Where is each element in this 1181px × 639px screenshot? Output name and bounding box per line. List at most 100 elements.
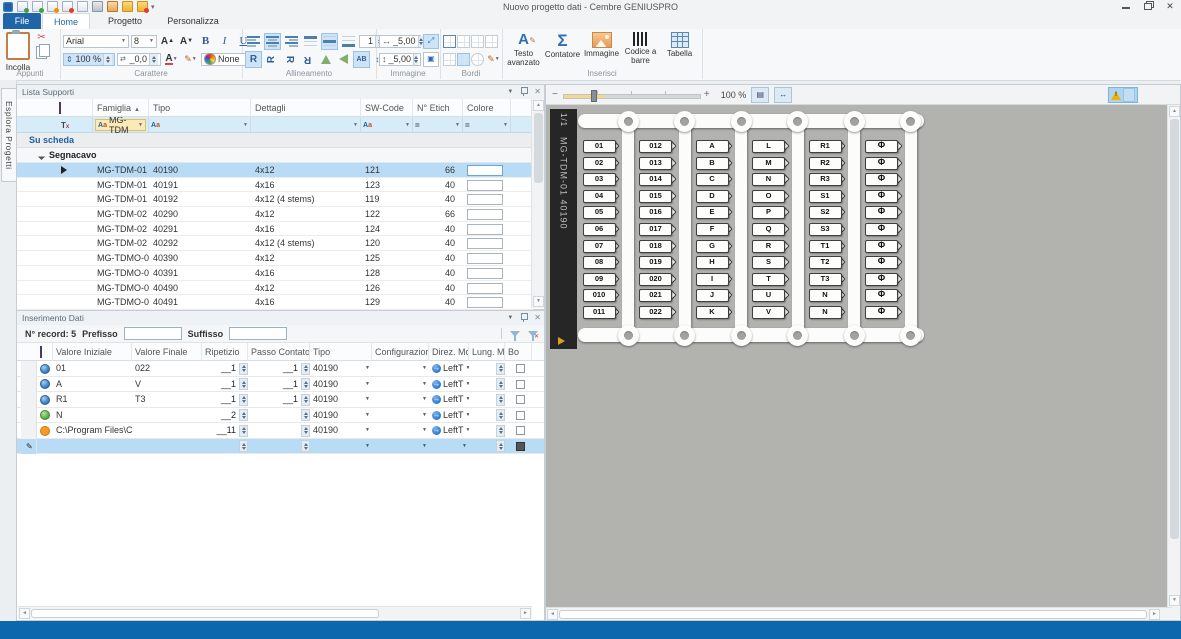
zoom-slider[interactable] (563, 90, 699, 100)
lunghezza-cell[interactable] (469, 392, 505, 408)
dropdown-icon[interactable]: ▼ (422, 423, 427, 439)
label-tag[interactable]: R2 (809, 157, 842, 170)
lunghezza-cell[interactable] (469, 439, 505, 455)
lunghezza-cell[interactable] (469, 408, 505, 424)
color-swatch[interactable] (467, 253, 503, 264)
preview-horizontal-scrollbar[interactable]: ◄ ► (546, 607, 1172, 620)
table-row[interactable]: MG-TDMO-02404914x1612940 (17, 295, 533, 310)
label-tag[interactable]: 06 (583, 223, 616, 236)
passo-contatore-cell[interactable] (248, 423, 310, 439)
table-row[interactable]: MG-TDM-01401924x12 (4 stems)11940 (17, 192, 533, 207)
group-row-segnacavo[interactable]: Segnacavo (17, 148, 533, 163)
passo-contatore-cell[interactable]: __1 (248, 361, 310, 377)
bold-cell[interactable] (505, 439, 532, 455)
checkbox[interactable] (516, 411, 525, 420)
valign-top-button[interactable] (302, 33, 319, 50)
lunghezza-cell[interactable] (469, 423, 505, 439)
grid-selector-icon[interactable] (40, 346, 42, 358)
label-tag[interactable]: G (696, 240, 729, 253)
group-row-su-scheda[interactable]: Su scheda (17, 133, 533, 148)
label-tag[interactable]: M (752, 157, 785, 170)
data-row[interactable]: N__240190▼▼→LeftT▼ (17, 408, 544, 424)
label-tag[interactable]: 03 (583, 173, 616, 186)
rotate-90-button[interactable]: R (263, 51, 280, 68)
color-swatch[interactable] (467, 165, 503, 176)
direzione-cell[interactable]: ▼ (429, 439, 469, 455)
configurazione-cell[interactable]: ▼ (372, 423, 429, 439)
table-row[interactable]: MG-TDM-02402924x12 (4 stems)12040 (17, 236, 533, 251)
color-swatch[interactable] (467, 180, 503, 191)
close-button-icon[interactable]: ✕ (1165, 2, 1175, 11)
label-tag[interactable]: F (696, 223, 729, 236)
label-tag[interactable]: 010 (583, 289, 616, 302)
add-document-icon[interactable] (32, 1, 43, 12)
ripetizione-cell[interactable]: __11 (202, 423, 248, 439)
export-document-icon[interactable] (62, 1, 73, 12)
char-spacing-spinner[interactable]: ⇄_0,0 (117, 53, 161, 66)
spinner-icon[interactable] (301, 363, 310, 375)
preview-canvas[interactable]: 1/1 MG-TDM-01 40190 01020304050607080901… (546, 105, 1173, 609)
label-tag[interactable]: N (809, 289, 842, 302)
label-tag[interactable]: T3 (809, 273, 842, 286)
bold-button[interactable]: B (197, 33, 214, 50)
dropdown-icon[interactable]: ▼ (422, 377, 427, 393)
paste-page-icon[interactable] (77, 1, 88, 12)
label-tag[interactable]: 01 (583, 140, 616, 153)
colore-cell[interactable] (463, 178, 511, 193)
spinner-icon[interactable] (496, 378, 505, 390)
dropdown-icon[interactable]: ▼ (422, 392, 427, 408)
colore-cell[interactable] (463, 192, 511, 207)
font-color-button[interactable]: A▼ (163, 51, 180, 68)
valign-bottom-button[interactable] (340, 33, 357, 50)
col-header-tipo[interactable]: Tipo (310, 343, 372, 361)
label-tag[interactable]: S1 (809, 190, 842, 203)
configurazione-cell[interactable]: ▼ (372, 392, 429, 408)
grid-selector-icon[interactable] (59, 102, 61, 114)
table-row[interactable]: MG-TDMO-01403914x1612840 (17, 266, 533, 281)
valore-iniziale-cell[interactable] (53, 439, 132, 455)
direzione-cell[interactable]: →LeftT▼ (429, 392, 469, 408)
italic-button[interactable]: I (216, 33, 233, 50)
spinner-icon[interactable] (239, 363, 248, 375)
fit-page-button[interactable]: ▤ (751, 87, 769, 103)
tipo-cell[interactable]: 40190▼ (310, 408, 372, 424)
border-all-icon[interactable] (443, 35, 456, 48)
autosize-text-button[interactable]: AB (353, 51, 370, 68)
pin-icon[interactable] (520, 313, 527, 322)
passo-contatore-cell[interactable]: __1 (248, 392, 310, 408)
dropdown-icon[interactable]: ▼ (365, 423, 370, 439)
bold-cell[interactable] (505, 377, 532, 393)
image-proportions-button[interactable]: ▣ (423, 52, 439, 67)
border-outer-icon[interactable] (457, 35, 470, 48)
label-tag[interactable]: Q (752, 223, 785, 236)
colore-cell[interactable] (463, 207, 511, 222)
dropdown-icon[interactable]: ▼ (365, 361, 370, 377)
tab-progetto[interactable]: Progetto (98, 13, 152, 29)
label-tag[interactable]: 017 (639, 223, 672, 236)
color-swatch[interactable] (467, 224, 503, 235)
label-tag[interactable]: S (752, 256, 785, 269)
flip-vertical-button[interactable] (317, 51, 334, 68)
color-swatch[interactable] (467, 297, 503, 308)
label-tag[interactable]: 05 (583, 206, 616, 219)
rotate-180-button[interactable]: R (299, 51, 316, 68)
label-tag[interactable]: R1 (809, 140, 842, 153)
filter-icon[interactable]: Tx (61, 121, 69, 130)
expand-icon[interactable] (38, 153, 45, 160)
filter-colore[interactable]: =▼ (463, 117, 511, 133)
label-tag[interactable]: 012 (639, 140, 672, 153)
spinner-icon[interactable] (239, 378, 248, 390)
zoom-slider-handle[interactable] (591, 90, 597, 102)
border-top-icon[interactable] (471, 35, 484, 48)
valore-iniziale-cell[interactable]: N (53, 408, 132, 424)
font-scale-spinner[interactable]: ⇕100 % (63, 53, 115, 66)
inserimento-horizontal-scrollbar[interactable]: ◄ ► (18, 606, 532, 619)
valore-finale-cell[interactable]: 022 (132, 361, 202, 377)
label-tag[interactable]: 09 (583, 273, 616, 286)
qat-more-icon[interactable]: ▾ (151, 3, 155, 11)
col-header-configurazione[interactable]: Configurazior (372, 343, 429, 361)
grow-font-button[interactable]: A▲ (159, 33, 176, 50)
border-pen-button[interactable]: ✎▼ (485, 52, 502, 67)
valore-finale-cell[interactable] (132, 423, 202, 439)
label-tag[interactable]: Φ (865, 157, 898, 170)
